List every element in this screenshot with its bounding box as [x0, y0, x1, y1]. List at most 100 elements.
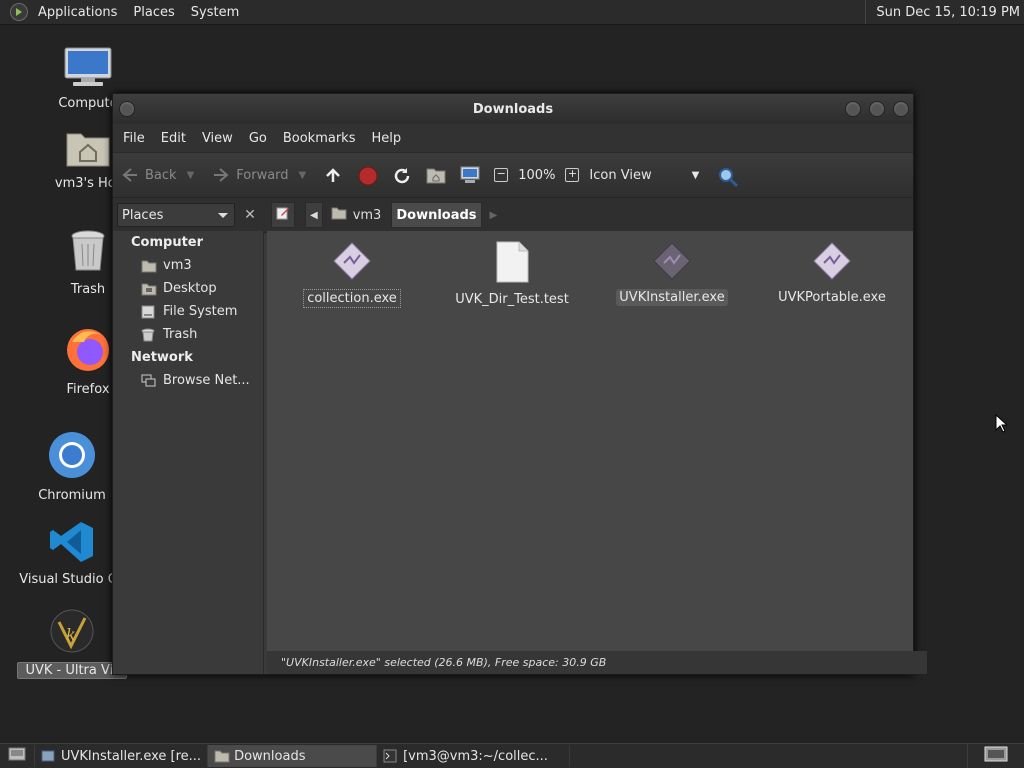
exe-icon	[297, 241, 407, 285]
installer-icon	[41, 749, 55, 763]
zoom-out-button[interactable]: −	[494, 168, 509, 182]
top-menu: Applications Places System	[0, 3, 247, 21]
back-label: Back	[145, 167, 177, 183]
mouse-cursor-icon	[995, 413, 1009, 438]
applications-menu[interactable]: Applications	[30, 5, 125, 20]
back-history-dropdown[interactable]: ▼	[187, 170, 195, 181]
file-name: UVKPortable.exe	[778, 290, 886, 305]
computer-icon	[460, 166, 480, 184]
file-item[interactable]: UVKPortable.exe	[772, 241, 892, 306]
breadcrumb-downloads[interactable]: Downloads	[391, 202, 482, 228]
sidebar-item-label: Desktop	[163, 281, 217, 296]
minimize-button[interactable]	[845, 101, 861, 117]
back-button[interactable]: Back	[121, 166, 177, 184]
sidebar-pane-select[interactable]: Places	[117, 203, 235, 227]
sidebar-section-computer: Computer	[131, 235, 204, 250]
file-item[interactable]: UVK_Dir_Test.test	[447, 241, 577, 308]
breadcrumb: ◀ vm3 Downloads ▶	[271, 202, 501, 228]
task-downloads[interactable]: Downloads	[208, 745, 378, 767]
zoom-level[interactable]: 100%	[518, 168, 555, 183]
task-terminal[interactable]: [vm3@vm3:~/collec...	[377, 745, 571, 767]
sidebar-item-browse-network[interactable]: Browse Net...	[113, 369, 263, 392]
show-desktop-button[interactable]	[0, 745, 35, 767]
file-view[interactable]: collection.exe UVK_Dir_Test.test UVKInst…	[267, 231, 913, 651]
menu-file[interactable]: File	[123, 131, 155, 146]
desktop-icon-vscode[interactable]: Visual Studio Co	[17, 520, 127, 587]
breadcrumb-left-button[interactable]: ◀	[305, 202, 323, 228]
forward-button[interactable]: Forward	[212, 166, 289, 184]
chevron-left-icon: ◀	[310, 209, 318, 221]
distro-logo-icon[interactable]	[10, 3, 28, 21]
window-menu-icon[interactable]	[119, 101, 135, 117]
desktop-label: UVK - Ultra Vir	[17, 662, 127, 679]
up-arrow-icon	[324, 166, 342, 184]
task-label: Downloads	[234, 748, 306, 764]
file-item[interactable]: collection.exe	[297, 241, 407, 308]
task-uvkinstaller[interactable]: UVKInstaller.exe [re...	[35, 745, 209, 767]
menu-edit[interactable]: Edit	[161, 131, 196, 146]
exe-icon	[612, 241, 732, 285]
desktop-icon-chromium[interactable]: Chromium	[17, 430, 127, 503]
location-bar: Places ✕ ◀ vm3 Downloads ▶	[113, 198, 913, 233]
network-icon	[141, 374, 156, 388]
file-item[interactable]: UVKInstaller.exe	[612, 241, 732, 306]
clock[interactable]: Sun Dec 15, 10:19 PM	[865, 0, 1020, 24]
breadcrumb-vm3[interactable]: vm3	[327, 203, 386, 227]
home-button[interactable]	[426, 166, 450, 184]
maximize-button[interactable]	[869, 101, 885, 117]
home-folder-icon	[141, 259, 157, 273]
view-mode-select[interactable]: Icon View ▼	[589, 168, 699, 183]
search-button[interactable]	[717, 166, 741, 188]
sidebar-item-vm3[interactable]: vm3	[113, 254, 263, 277]
trash-icon	[141, 328, 155, 342]
file-name: UVKInstaller.exe	[616, 289, 728, 306]
drive-icon	[141, 305, 155, 319]
bottom-taskbar: UVKInstaller.exe [re... Downloads [vm3@v…	[0, 743, 1024, 768]
exe-icon	[772, 241, 892, 285]
menu-go[interactable]: Go	[249, 131, 277, 146]
search-icon	[717, 166, 739, 188]
file-name: collection.exe	[303, 289, 401, 308]
close-icon: ✕	[244, 207, 256, 223]
file-manager-window: Downloads File Edit View Go Bookmarks He…	[112, 93, 927, 675]
sidebar-item-filesystem[interactable]: File System	[113, 300, 263, 323]
reload-button[interactable]	[392, 166, 416, 184]
workspace-icon	[984, 746, 1008, 766]
menu-help[interactable]: Help	[371, 131, 411, 146]
close-sidebar-button[interactable]: ✕	[239, 204, 261, 226]
places-sidebar: Computer vm3 Desktop File System Trash N…	[113, 231, 264, 674]
toggle-location-entry-button[interactable]	[271, 202, 295, 228]
vscode-icon	[17, 520, 127, 568]
close-button[interactable]	[893, 101, 909, 117]
system-menu[interactable]: System	[183, 5, 247, 20]
sidebar-item-label: vm3	[163, 258, 192, 273]
forward-history-dropdown[interactable]: ▼	[299, 170, 307, 181]
window-titlebar[interactable]: Downloads	[113, 94, 913, 124]
menu-bookmarks[interactable]: Bookmarks	[283, 131, 366, 146]
menu-view[interactable]: View	[202, 131, 243, 146]
stop-button[interactable]	[358, 166, 382, 186]
sidebar-pane-label: Places	[122, 207, 164, 223]
home-folder-icon	[426, 166, 446, 184]
up-button[interactable]	[324, 166, 348, 184]
edit-icon	[276, 206, 290, 224]
desktop-label: Visual Studio Co	[19, 572, 125, 587]
task-label: UVKInstaller.exe [re...	[61, 748, 202, 764]
computer-button[interactable]	[460, 166, 484, 184]
sidebar-item-trash[interactable]: Trash	[113, 323, 263, 346]
sidebar-item-desktop[interactable]: Desktop	[113, 277, 263, 300]
show-desktop-icon	[8, 747, 26, 765]
forward-label: Forward	[236, 167, 289, 183]
stop-icon	[358, 166, 378, 186]
breadcrumb-right-button[interactable]: ▶	[486, 203, 502, 227]
computer-icon	[33, 46, 143, 92]
toolbar: Back ▼ Forward ▼ − 100% + Icon View ▼	[113, 152, 913, 198]
breadcrumb-label: Downloads	[396, 207, 477, 223]
places-menu[interactable]: Places	[125, 5, 182, 20]
desktop-icon-uvk[interactable]: k UVK - Ultra Vir	[17, 608, 127, 679]
workspace-switcher[interactable]	[967, 744, 1024, 768]
task-label: [vm3@vm3:~/collec...	[403, 748, 548, 764]
home-folder-icon	[331, 206, 347, 224]
forward-arrow-icon	[212, 166, 230, 184]
zoom-in-button[interactable]: +	[565, 168, 580, 182]
